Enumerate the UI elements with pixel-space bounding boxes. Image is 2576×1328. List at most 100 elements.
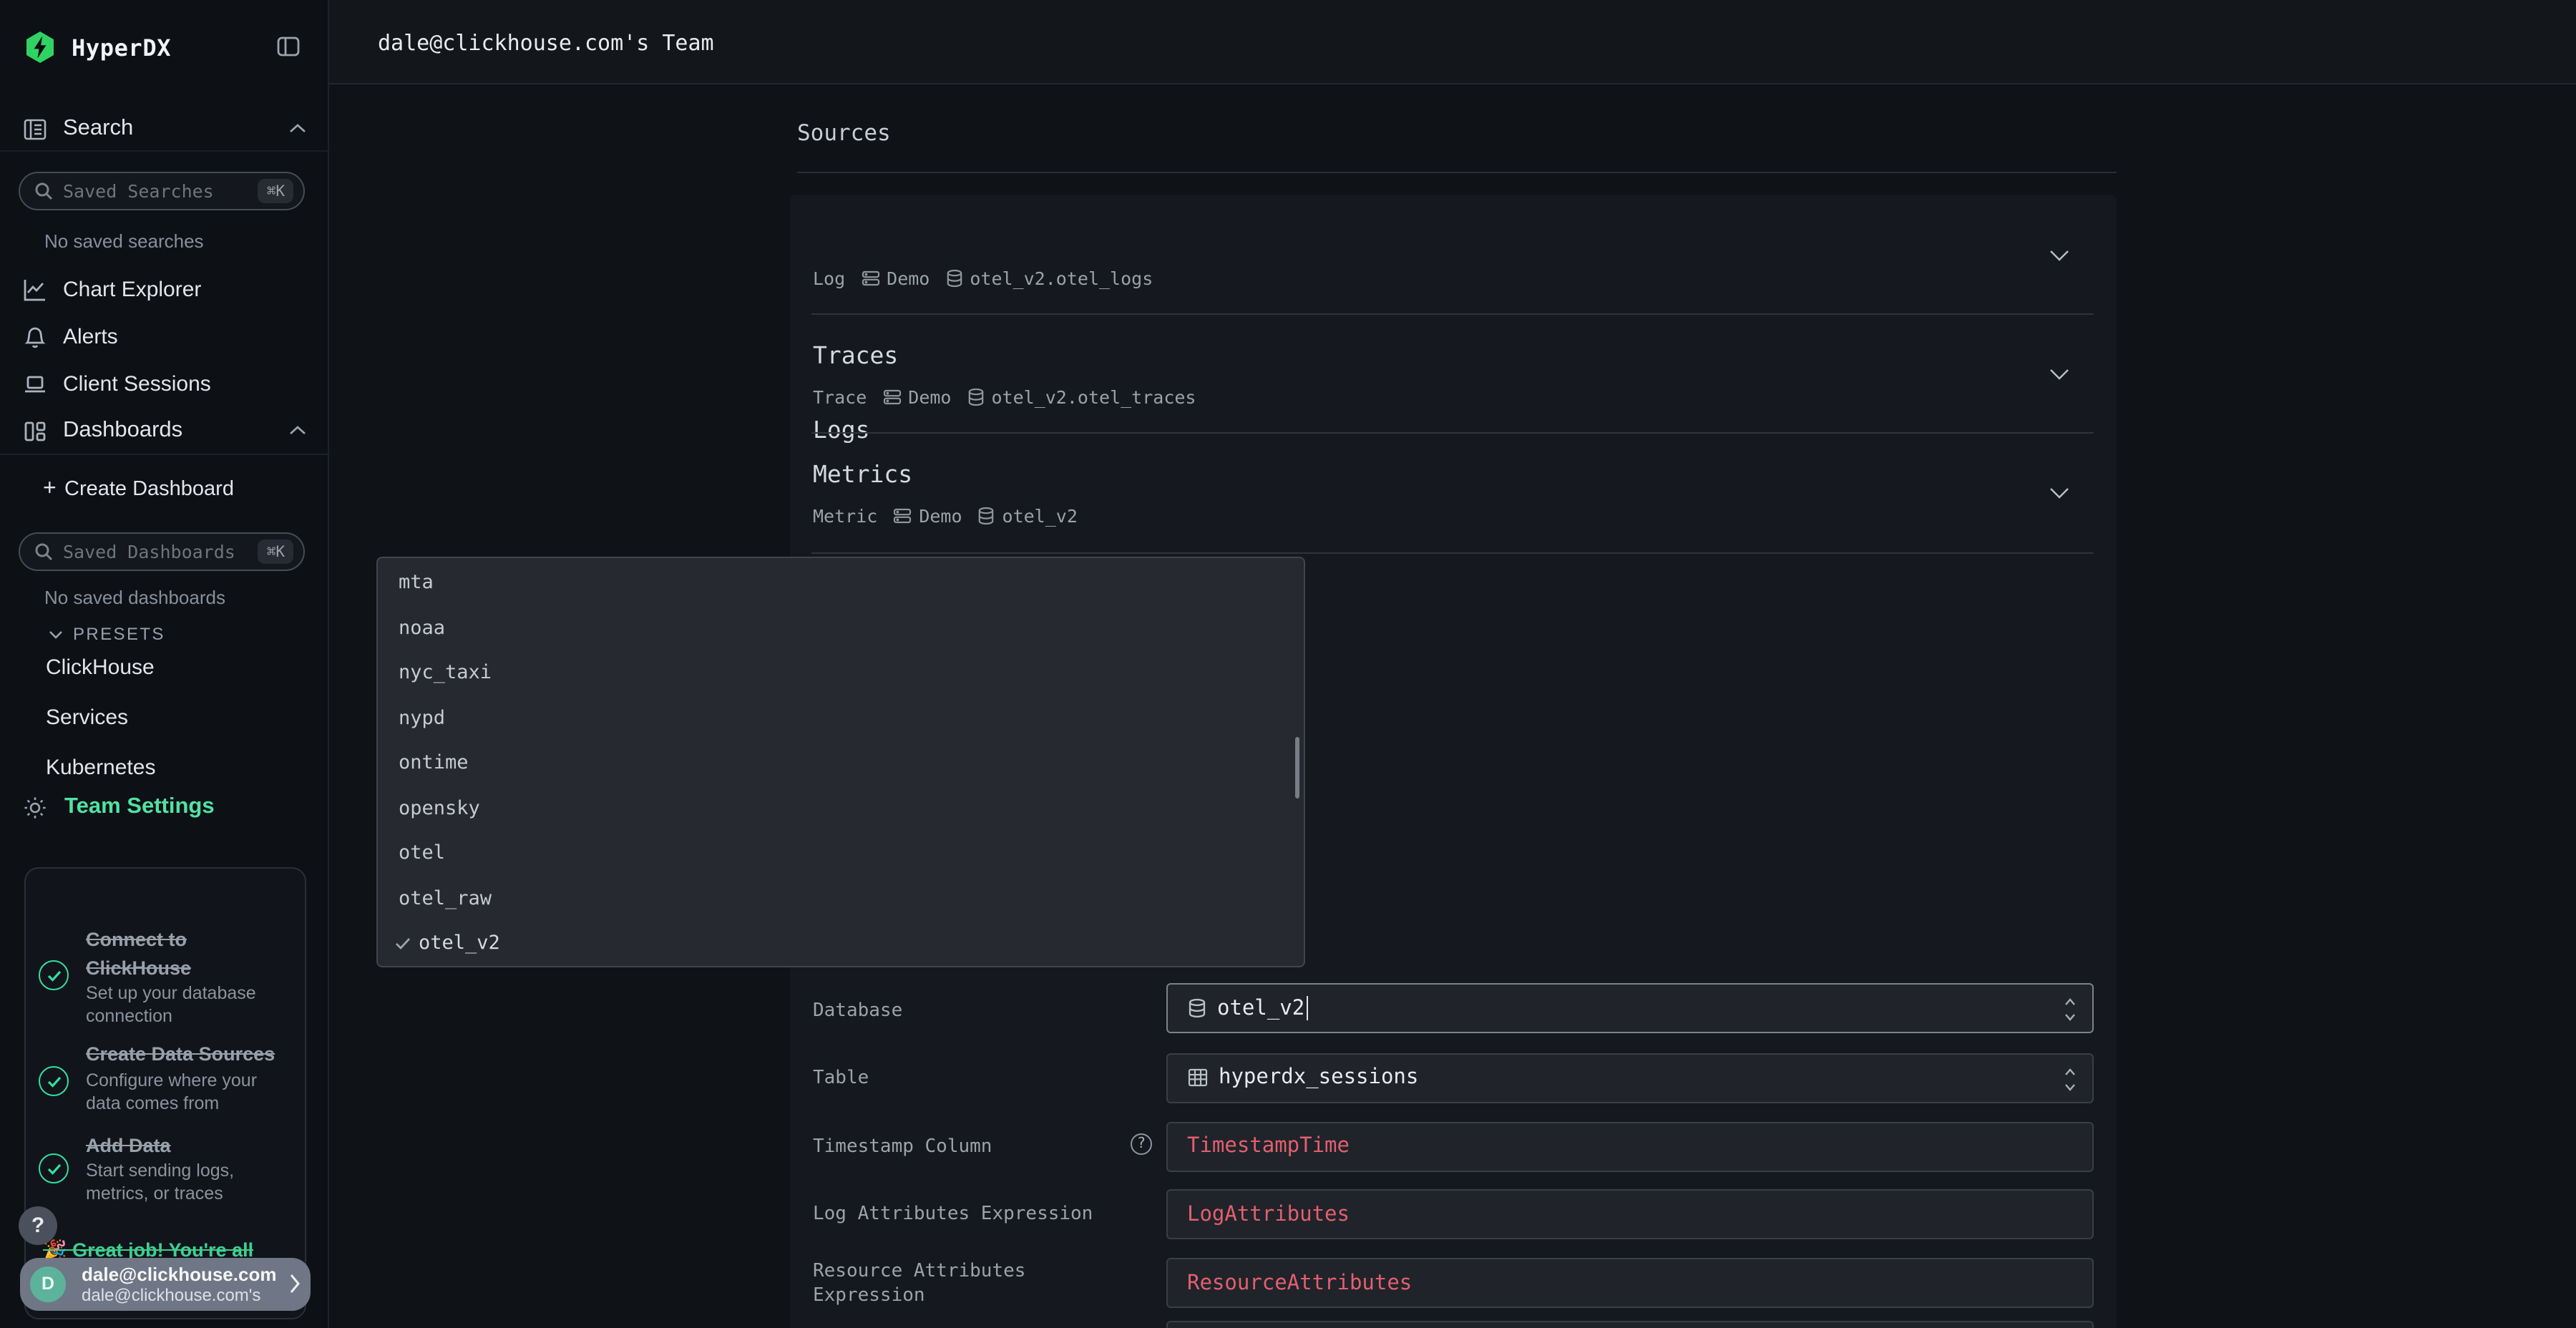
- sidebar-item-label: Client Sessions: [63, 371, 211, 396]
- dropdown-option[interactable]: opensky: [399, 794, 480, 822]
- shortcut-badge: ⌘K: [258, 179, 293, 203]
- chevron-up-icon: [289, 123, 306, 135]
- database-icon: [978, 507, 995, 525]
- text-caret: [1306, 996, 1308, 1020]
- timestamp-column-input[interactable]: TimestampTime: [1166, 1121, 2093, 1171]
- dropdown-scrollbar[interactable]: [1294, 737, 1299, 799]
- sidebar-item-dashboards[interactable]: Dashboards: [0, 409, 329, 452]
- connection-group: Demo: [882, 386, 951, 408]
- field-label-table: Table: [813, 1065, 869, 1090]
- resource-attributes-input[interactable]: ResourceAttributes: [1166, 1258, 2093, 1308]
- plus-icon: +: [43, 477, 57, 502]
- divider: [811, 432, 2094, 434]
- line-chart-icon: [23, 277, 47, 301]
- get-started-item-title: Create Data Sources: [86, 1040, 301, 1068]
- source-kind: Log: [813, 268, 845, 289]
- resource-attributes-value: ResourceAttributes: [1187, 1271, 1412, 1294]
- table-select[interactable]: hyperdx_sessions: [1166, 1053, 2093, 1103]
- create-dashboard-label: Create Dashboard: [64, 478, 234, 501]
- next-field-input-partial[interactable]: [1166, 1320, 2093, 1328]
- chevron-down-icon[interactable]: [2049, 368, 2069, 381]
- user-menu[interactable]: D dale@clickhouse.com dale@clickhouse.co…: [20, 1257, 311, 1310]
- brand-name: HyperDX: [72, 34, 171, 61]
- chevron-down-icon[interactable]: [2049, 249, 2069, 262]
- sidebar-item-client-sessions[interactable]: Client Sessions: [0, 362, 329, 405]
- divider: [811, 552, 2094, 554]
- top-bar: dale@clickhouse.com's Team: [329, 0, 2576, 84]
- saved-searches-search[interactable]: ⌘K: [19, 172, 305, 210]
- select-arrows-icon: [2063, 996, 2076, 1023]
- shortcut-badge: ⌘K: [258, 540, 293, 564]
- collapse-sidebar-icon[interactable]: [276, 34, 301, 59]
- presets-toggle[interactable]: PRESETS: [0, 612, 329, 655]
- dropdown-option[interactable]: noaa: [399, 613, 445, 642]
- database-select[interactable]: otel_v2: [1166, 983, 2093, 1033]
- get-started-item-desc: Start sending logs, metrics, or traces: [86, 1159, 272, 1205]
- get-started-item-title: Add Data: [86, 1132, 301, 1160]
- divider: [797, 172, 2117, 173]
- dropdown-option[interactable]: otel: [399, 839, 445, 867]
- field-label-log-attributes: Log Attributes Expression: [813, 1202, 1093, 1226]
- location-name: otel_v2: [1002, 505, 1078, 527]
- saved-dashboards-input[interactable]: [63, 541, 258, 562]
- dropdown-option[interactable]: ontime: [399, 748, 469, 777]
- location-group: otel_v2: [978, 505, 1078, 527]
- get-started-item-desc: Set up your database connection: [86, 982, 272, 1027]
- divider: [0, 454, 329, 455]
- table-icon: [1187, 1068, 1207, 1088]
- log-attributes-input[interactable]: LogAttributes: [1166, 1189, 2093, 1239]
- source-title-metrics: Metrics: [813, 461, 912, 488]
- sidebar-item-chart-explorer[interactable]: Chart Explorer: [0, 268, 329, 311]
- layout-icon: [23, 419, 47, 443]
- team-settings-label: Team Settings: [64, 794, 215, 820]
- database-icon: [967, 388, 985, 406]
- location-name: otel_v2.otel_logs: [970, 268, 1153, 289]
- saved-searches-input[interactable]: [63, 180, 258, 202]
- app-viewport: HyperDX Search ⌘K: [0, 0, 2576, 1328]
- hyperdx-logo-icon: [23, 30, 57, 64]
- divider: [0, 150, 329, 152]
- sidebar-item-alerts[interactable]: Alerts: [0, 315, 329, 358]
- database-icon: [945, 269, 962, 288]
- location-name: otel_v2.otel_traces: [992, 386, 1196, 408]
- field-label-database: Database: [813, 998, 902, 1022]
- database-value: otel_v2: [1217, 997, 1304, 1020]
- user-subtitle: dale@clickhouse.com's: [82, 1284, 260, 1304]
- connection-group: Demo: [893, 505, 962, 527]
- chevron-down-icon[interactable]: [2049, 487, 2069, 499]
- preset-clickhouse[interactable]: ClickHouse: [46, 655, 155, 680]
- chevron-right-icon: [289, 1273, 301, 1293]
- source-meta-traces: Trace Demo otel_v2.otel_traces: [813, 386, 1196, 408]
- server-icon: [882, 388, 901, 406]
- saved-dashboards-search[interactable]: ⌘K: [19, 532, 305, 571]
- search-section-header[interactable]: Search: [0, 107, 329, 150]
- page-title: Sources: [797, 120, 891, 146]
- team-settings-link[interactable]: Team Settings: [0, 786, 329, 829]
- create-dashboard-button[interactable]: + Create Dashboard: [0, 468, 329, 511]
- help-button[interactable]: ?: [19, 1206, 57, 1245]
- gear-icon: [23, 795, 47, 819]
- dropdown-option-selected[interactable]: otel_v2: [394, 929, 500, 957]
- sidebar: HyperDX Search ⌘K: [0, 0, 329, 1328]
- connection-name: Demo: [908, 386, 951, 408]
- search-panel-icon: [23, 117, 47, 141]
- source-meta-logs: Log Demo otel_v2.otel_logs: [813, 268, 1153, 289]
- log-attributes-value: LogAttributes: [1187, 1203, 1350, 1226]
- database-icon: [1187, 997, 1206, 1019]
- check-circle-icon: [39, 1066, 69, 1096]
- check-circle-icon: [39, 960, 69, 990]
- preset-kubernetes[interactable]: Kubernetes: [46, 756, 155, 780]
- dropdown-option[interactable]: nyc_taxi: [399, 658, 492, 687]
- connection-name: Demo: [919, 505, 962, 527]
- dropdown-option[interactable]: mta: [399, 568, 434, 597]
- dropdown-option[interactable]: otel_raw: [399, 884, 492, 912]
- select-arrows-icon: [2063, 1065, 2076, 1093]
- search-icon: [34, 542, 53, 561]
- avatar: D: [30, 1266, 66, 1302]
- help-circle-icon[interactable]: ?: [1131, 1133, 1152, 1155]
- source-title-traces: Traces: [813, 342, 898, 369]
- user-name: dale@clickhouse.com: [82, 1263, 276, 1284]
- preset-services[interactable]: Services: [46, 706, 128, 730]
- dropdown-option[interactable]: nypd: [399, 703, 445, 732]
- chevron-down-icon: [49, 629, 63, 639]
